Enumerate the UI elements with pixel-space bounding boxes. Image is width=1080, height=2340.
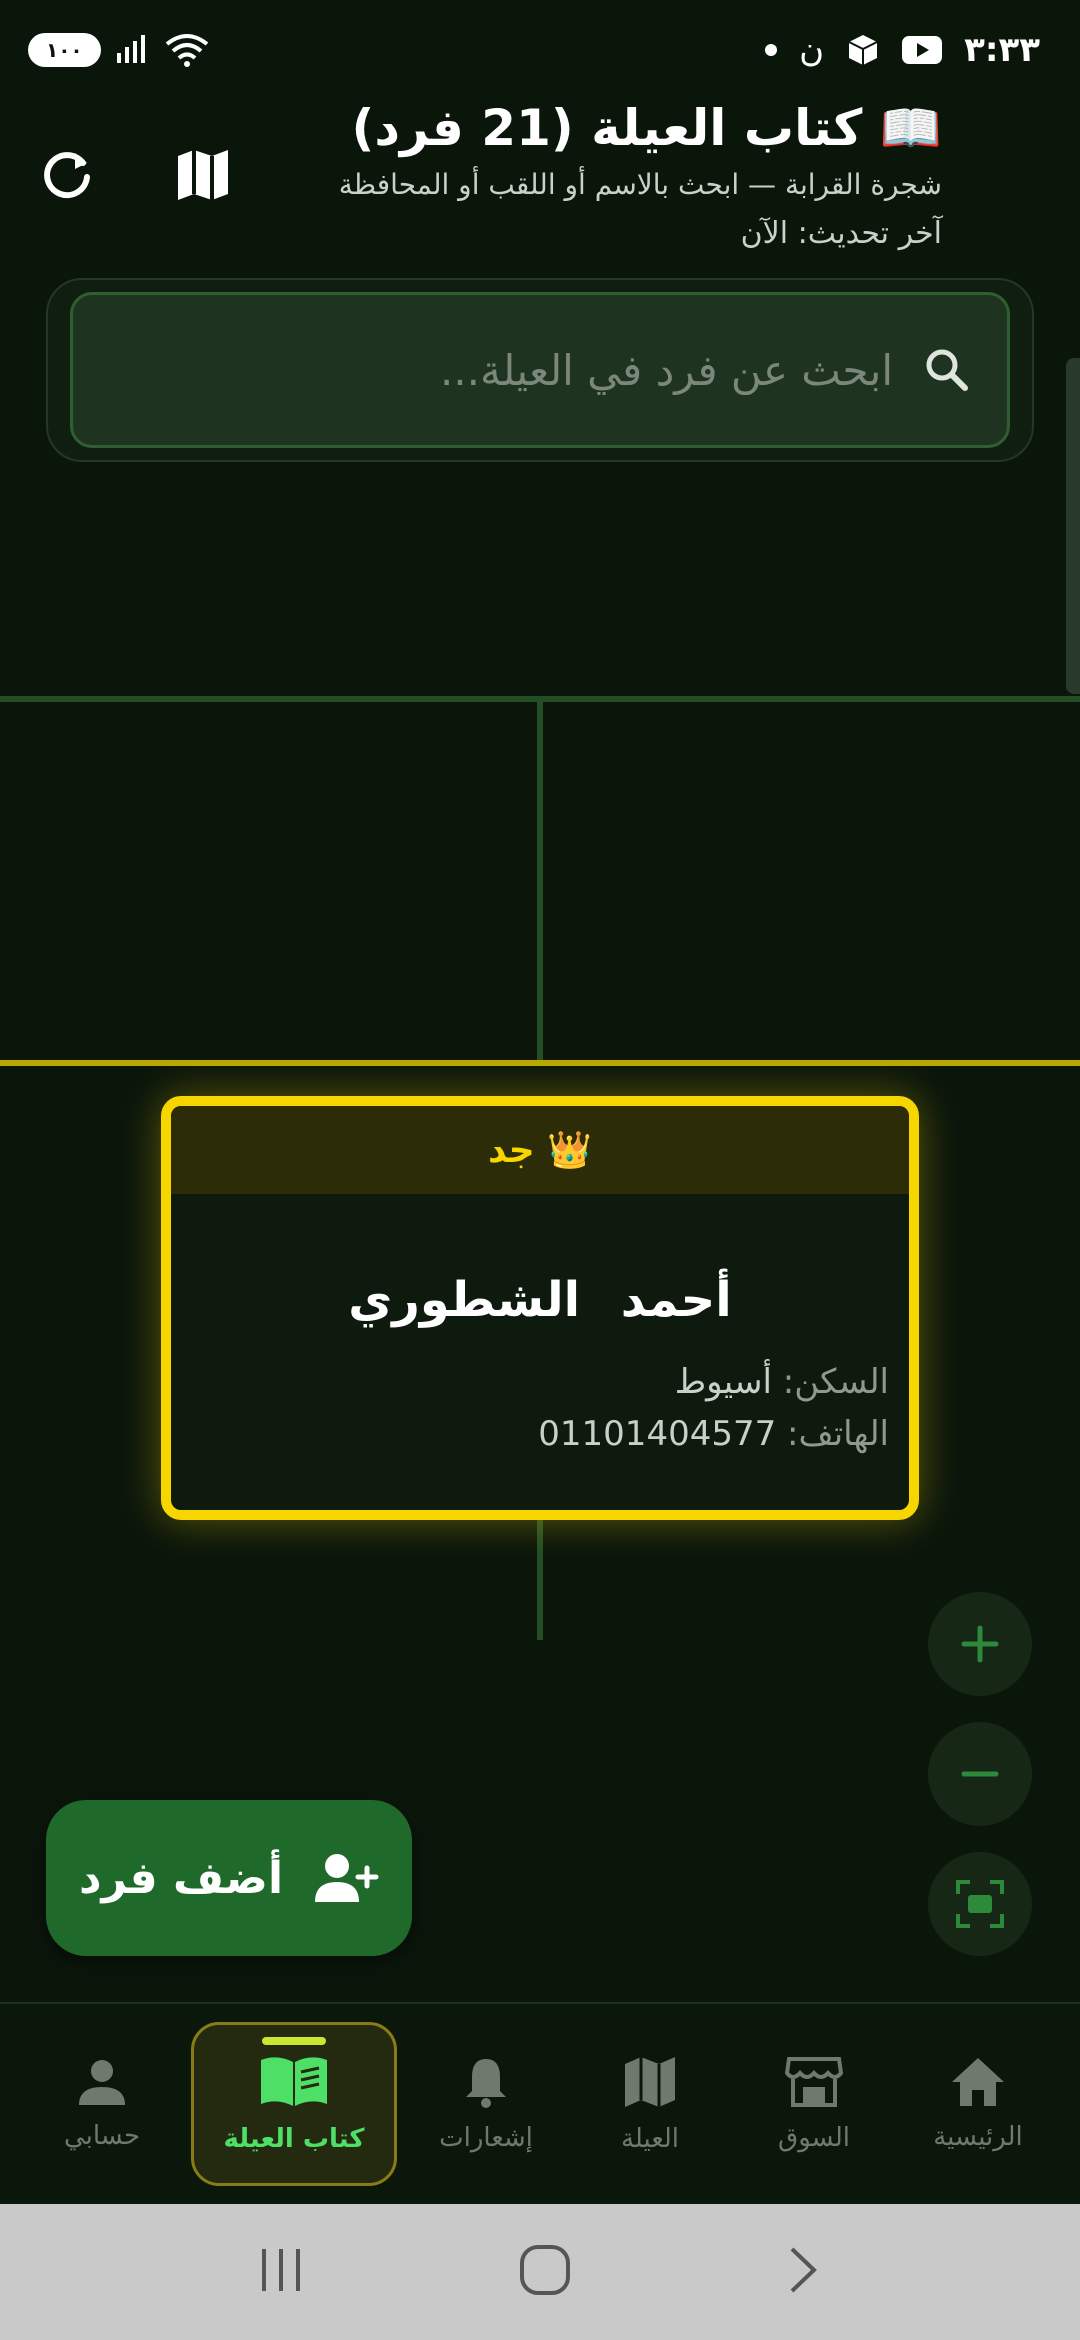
bell-icon [466, 2059, 506, 2108]
refresh-icon [44, 152, 90, 199]
nav-label: حسابي [63, 2121, 141, 2151]
phone-value: 01101404577 [538, 1414, 777, 1454]
nav-item-notifications[interactable]: إشعارات [411, 2022, 561, 2186]
last-updated: آخر تحديث: الآن [740, 216, 942, 251]
youtube-icon [902, 36, 943, 64]
tree-connector [537, 1510, 543, 1640]
map-icon [625, 2057, 675, 2107]
residence-line: السكن: أسيوط [171, 1356, 889, 1408]
home-button[interactable] [518, 2243, 572, 2301]
home-circle-icon [520, 2245, 570, 2295]
clock: ٣:٣٣ [964, 30, 1040, 70]
fit-screen-icon [956, 1880, 1004, 1928]
recents-icon [262, 2249, 300, 2291]
back-button[interactable] [784, 2243, 824, 2301]
search-container [46, 278, 1034, 462]
minus-icon [961, 1771, 999, 1777]
page-title: 📖 كتاب العيلة (21 فرد) [351, 99, 942, 157]
wifi-icon [165, 34, 208, 67]
plus-icon [961, 1625, 999, 1663]
nav-item-account[interactable]: حسابي [27, 2022, 177, 2186]
notification-dot [765, 44, 778, 56]
nav-item-family-book[interactable]: كتاب العيلة [191, 2022, 397, 2186]
tree-connector [537, 696, 543, 1066]
recents-button[interactable] [256, 2245, 306, 2299]
nav-item-home[interactable]: الرئيسية [903, 2022, 1053, 2186]
signal-icon [116, 35, 145, 63]
person-name: أحمد الشطوري [348, 1272, 732, 1328]
residence-value: أسيوط [674, 1362, 772, 1402]
nav-label: العيلة [620, 2124, 680, 2154]
page-subtitle: شجرة القرابة — ابحث بالاسم أو اللقب أو ا… [338, 168, 942, 201]
nav-label: الرئيسية [933, 2122, 1023, 2152]
phone-line: الهاتف: 01101404577 [171, 1408, 889, 1460]
add-member-label: أضف فرد [78, 1852, 284, 1904]
bottom-navigation: الرئيسية السوق العيلة إشعارات كتاب العيل… [0, 2002, 1080, 2204]
nav-label: إشعارات [439, 2123, 533, 2153]
nav-item-market[interactable]: السوق [739, 2022, 889, 2186]
person-info: السكن: أسيوط الهاتف: 01101404577 [171, 1356, 909, 1460]
add-person-icon [315, 1854, 379, 1902]
book-icon [261, 2057, 327, 2106]
zoom-in-button[interactable] [928, 1592, 1032, 1696]
nav-item-family-map[interactable]: العيلة [575, 2022, 725, 2186]
active-indicator [262, 2037, 326, 2045]
header-text: 📖 كتاب العيلة (21 فرد) شجرة القرابة — اب… [242, 95, 942, 259]
status-left: ١٠٠ [28, 32, 211, 68]
person-card[interactable]: 👑 جد أحمد الشطوري السكن: أسيوط الهاتف: 0… [161, 1096, 919, 1520]
package-icon [848, 35, 878, 65]
status-bar: ١٠٠ ن ٣:٣٣ [0, 0, 1080, 100]
search-box[interactable] [70, 292, 1010, 448]
person-icon [79, 2060, 125, 2105]
home-icon [952, 2058, 1004, 2106]
tree-connector-highlight [0, 1060, 1080, 1066]
fit-view-button[interactable] [928, 1852, 1032, 1956]
add-member-button[interactable]: أضف فرد [46, 1800, 412, 1956]
back-icon [790, 2247, 817, 2293]
network-glyph: ن [799, 30, 825, 70]
system-navigation-bar [0, 2204, 1080, 2340]
zoom-out-button[interactable] [928, 1722, 1032, 1826]
nav-label: السوق [778, 2123, 850, 2153]
battery-indicator: ١٠٠ [28, 33, 101, 67]
store-icon [785, 2057, 843, 2107]
map-view-button[interactable] [168, 140, 238, 210]
card-body: أحمد الشطوري السكن: أسيوط الهاتف: 011014… [171, 1194, 909, 1460]
search-input[interactable] [113, 345, 893, 395]
residence-label: السكن: [782, 1362, 889, 1402]
refresh-button[interactable] [32, 140, 102, 210]
map-icon [178, 150, 228, 200]
card-badge: 👑 جد [171, 1106, 909, 1194]
phone-label: الهاتف: [787, 1414, 889, 1454]
nav-label: كتاب العيلة [223, 2124, 365, 2154]
status-right: ن ٣:٣٣ [765, 30, 1040, 70]
search-icon [926, 349, 968, 391]
